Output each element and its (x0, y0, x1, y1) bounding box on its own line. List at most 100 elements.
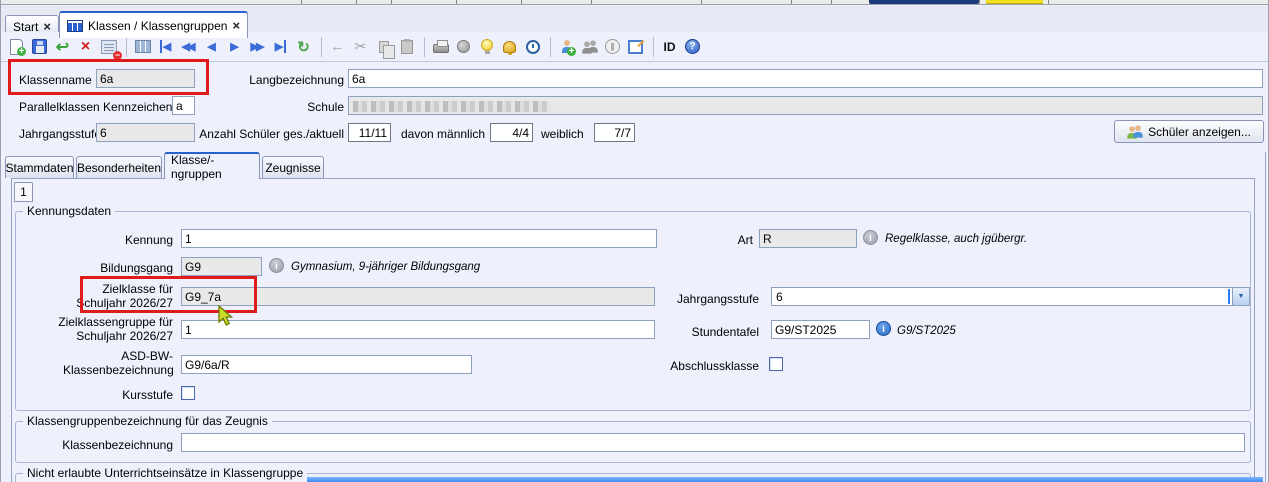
tab-zeugnisse[interactable]: Zeugnisse (262, 156, 324, 178)
stundentafel-field[interactable] (771, 320, 870, 339)
help-icon[interactable]: ? (682, 36, 703, 57)
info-icon: i (269, 258, 284, 273)
langbezeichnung-label: Langbezeichnung (201, 73, 344, 87)
close-icon[interactable]: × (43, 21, 51, 33)
app-window: Start × Klassen / Klassengruppen × + ↩ ×… (0, 0, 1269, 482)
tab-besonderheiten[interactable]: Besonderheiten (76, 156, 162, 178)
students-icon (1127, 125, 1143, 139)
klassenname-label: Klassenname (19, 73, 92, 87)
parallelklassen-field[interactable] (172, 96, 195, 115)
print-icon[interactable] (430, 36, 451, 57)
right-edge-line (1265, 152, 1266, 482)
id-button[interactable]: ID (659, 36, 680, 57)
schueler-anzeigen-label: Schüler anzeigen... (1148, 125, 1251, 139)
bildungsgang-hint: Gymnasium, 9-jähriger Bildungsgang (291, 261, 480, 273)
abschlussklasse-label: Abschlussklasse (665, 359, 759, 373)
anzahl-schueler-label: Anzahl Schüler ges./aktuell (197, 127, 344, 141)
abschlussklasse-checkbox[interactable] (769, 357, 783, 371)
navigate-back-icon: ← (327, 36, 348, 57)
undo-icon[interactable]: ↩ (52, 36, 73, 57)
stundentafel-hint: G9/ST2025 (897, 325, 956, 337)
info-icon: i (863, 230, 878, 245)
weiblich-label: weiblich (541, 127, 584, 141)
kursstufe-label: Kursstufe (111, 388, 173, 402)
jahrgangsstufe-combobox[interactable]: 6 ▼ (771, 287, 1250, 306)
fast-forward-button[interactable]: ▶▶ (247, 36, 268, 57)
reminder-clock-icon[interactable] (522, 36, 543, 57)
tab-stammdaten[interactable]: Stammdaten (5, 156, 74, 178)
export-icon (453, 36, 474, 57)
close-icon[interactable]: × (232, 20, 240, 32)
cropped-navy-button (869, 0, 979, 4)
schueler-anzeigen-button[interactable]: Schüler anzeigen... (1114, 120, 1264, 143)
anzahl-schueler-field (348, 123, 391, 142)
delete-icon[interactable]: × (75, 36, 96, 57)
bildungsgang-label: Bildungsgang (61, 261, 173, 275)
schule-label: Schule (201, 100, 344, 114)
text-caret (1228, 289, 1230, 304)
save-button[interactable] (29, 36, 50, 57)
add-student-icon[interactable]: + (556, 36, 577, 57)
horizontal-scrollbar[interactable] (307, 477, 1263, 482)
next-record-button[interactable]: ▶ (224, 36, 245, 57)
page-tab-1[interactable]: 1 (14, 182, 33, 202)
paste-icon (396, 36, 417, 57)
mouse-cursor (217, 305, 235, 327)
settings-circle-icon[interactable]: ∥ (602, 36, 623, 57)
edit-note-icon[interactable] (625, 36, 646, 57)
kennung-field[interactable] (181, 229, 657, 248)
klassenbezeichnung-label: Klassenbezeichnung (61, 438, 173, 452)
asd-bw-field[interactable] (181, 355, 472, 374)
students-group-icon (579, 36, 600, 57)
art-hint: Regelklasse, auch jgübergr. (885, 233, 1027, 245)
new-record-button[interactable]: + (6, 36, 27, 57)
chevron-down-icon[interactable]: ▼ (1232, 288, 1249, 305)
art-field[interactable] (759, 229, 857, 248)
window-tabbar: Start × Klassen / Klassengruppen × (1, 6, 1269, 32)
notification-bell-icon[interactable] (499, 36, 520, 57)
toolbar-separator (550, 37, 551, 57)
copy-icon (373, 36, 394, 57)
cut-icon: ✂ (350, 36, 371, 57)
stundentafel-label: Stundentafel (687, 325, 759, 339)
info-icon[interactable]: i (876, 321, 891, 336)
copy-table-icon[interactable] (132, 36, 153, 57)
zielklasse-label: Zielklasse für Schuljahr 2026/27 (63, 282, 173, 310)
hint-lightbulb-icon[interactable] (476, 36, 497, 57)
kennungsdaten-legend: Kennungsdaten (23, 204, 115, 218)
zielklassengruppe-label: Zielklassengruppe für Schuljahr 2026/27 (51, 315, 173, 343)
bildungsgang-field[interactable] (181, 257, 262, 276)
klassenbezeichnung-field[interactable] (181, 433, 1245, 452)
zielklasse-field[interactable] (181, 287, 655, 306)
kursstufe-checkbox[interactable] (181, 386, 195, 400)
refresh-icon[interactable]: ↻ (293, 36, 314, 57)
maennlich-field (490, 123, 533, 142)
langbezeichnung-field[interactable] (348, 69, 1263, 88)
fast-back-button[interactable]: ◀◀ (178, 36, 199, 57)
jahrgangsstufe-combobox-value: 6 (776, 290, 783, 304)
zielklassengruppe-field[interactable] (181, 320, 655, 339)
previous-record-button[interactable]: ◀ (201, 36, 222, 57)
tab-klassen-klassengruppen[interactable]: Klassen / Klassengruppen × (59, 11, 248, 38)
discard-form-icon[interactable]: − (98, 36, 119, 57)
parallelklassen-label: Parallelklassen Kennzeichen (19, 100, 172, 114)
cropped-yellow-button (986, 0, 1043, 4)
tab-klasse-ngruppen[interactable]: Klasse/-ngruppen (164, 152, 260, 179)
jahrgangsstufe-detail-label: Jahrgangsstufe (677, 292, 759, 306)
toolbar-separator (126, 37, 127, 57)
art-label: Art (691, 233, 753, 247)
klassenname-field[interactable] (96, 69, 195, 88)
redacted-school-name (353, 101, 551, 112)
schule-field (348, 96, 1263, 115)
weiblich-field (594, 123, 635, 142)
last-record-button[interactable]: ▶ (270, 36, 291, 57)
toolbar-separator (653, 37, 654, 57)
toolbar-separator (321, 37, 322, 57)
first-record-button[interactable]: ◀ (155, 36, 176, 57)
tab-main-label: Klassen / Klassengruppen (88, 19, 227, 33)
toolbar-separator (424, 37, 425, 57)
top-edge-strip (1, 0, 1269, 5)
zeugnis-legend: Klassengruppenbezeichnung für das Zeugni… (23, 414, 272, 428)
asd-bw-label: ASD-BW-Klassenbezeichnung (63, 349, 173, 377)
jahrgangsstufe-field[interactable] (96, 123, 195, 142)
